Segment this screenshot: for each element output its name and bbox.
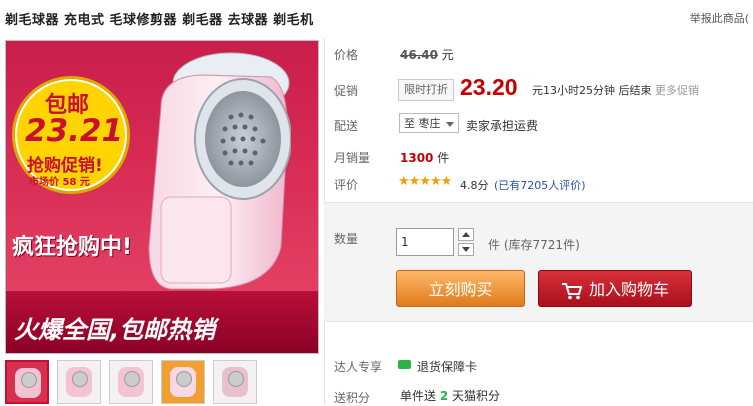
shaver-illustration bbox=[148, 52, 291, 290]
dest-prefix: 至 bbox=[404, 117, 415, 130]
thumbnail-strip bbox=[5, 360, 257, 404]
report-link[interactable]: 举报此商品( bbox=[690, 10, 749, 26]
points-label: 送积分 bbox=[334, 391, 371, 405]
review-label: 评价 bbox=[334, 178, 359, 192]
badge-market-price: 市场价 58 元 bbox=[29, 177, 90, 188]
product-info-panel: 价格 46.40 元 促销 限时打折 23.20 元13小时25分钟 后结束 更… bbox=[324, 38, 753, 405]
review-count-link[interactable]: (已有7205人评价) bbox=[494, 177, 586, 193]
points-unit: 天猫积分 bbox=[452, 389, 501, 403]
more-promos-link[interactable]: 更多促销 bbox=[655, 84, 699, 97]
price-unit: 元 bbox=[441, 48, 454, 62]
promo-countdown: 元13小时25分钟 后结束 bbox=[532, 84, 652, 97]
buy-now-button[interactable]: 立刻购买 bbox=[396, 270, 525, 307]
quantity-stepper bbox=[458, 228, 474, 256]
original-price: 46.40 bbox=[400, 48, 438, 62]
limited-discount-tag: 限时打折 bbox=[398, 79, 454, 101]
points-value: 2 bbox=[439, 389, 449, 403]
return-guarantee-text[interactable]: 退货保障卡 bbox=[417, 358, 477, 375]
promo-countdown-row: 元13小时25分钟 后结束 更多促销 bbox=[532, 82, 699, 98]
monthly-sales-value: 1300 bbox=[400, 151, 434, 165]
thumb-head bbox=[176, 371, 192, 387]
price-label: 价格 bbox=[334, 48, 359, 62]
product-title: 剃毛球器 充电式 毛球修剪器 剃毛器 去球器 剃毛机 bbox=[5, 13, 314, 28]
main-product-image[interactable]: 包邮 23.21 抢购促销! 市场价 58 元 疯狂抢购中! 火爆全国,包邮热销 bbox=[5, 40, 319, 354]
quantity-unit: 件 bbox=[488, 238, 501, 252]
thumb-head bbox=[228, 371, 244, 387]
review-score: 4.8分 bbox=[460, 179, 489, 192]
thumbnail-5[interactable] bbox=[213, 360, 257, 404]
badge-price: 23.21 bbox=[25, 113, 124, 149]
original-price-row: 46.40 元 bbox=[400, 46, 454, 63]
monthly-sales-row: 1300 件 bbox=[400, 149, 449, 166]
arrow-up-icon bbox=[462, 232, 470, 237]
promo-badge: 包邮 23.21 抢购促销! 市场价 58 元 bbox=[12, 76, 130, 194]
banner-text: 火爆全国,包邮热销 bbox=[14, 316, 216, 344]
thumb-head bbox=[72, 371, 88, 387]
member-label: 达人专享 bbox=[334, 360, 383, 374]
quantity-input[interactable]: 1 bbox=[396, 228, 454, 256]
stock-row: 件 (库存7721件) bbox=[488, 236, 580, 253]
crazy-sale-text: 疯狂抢购中! bbox=[12, 235, 133, 260]
add-to-cart-button[interactable]: 加入购物车 bbox=[538, 270, 692, 307]
thumbnail-4[interactable] bbox=[161, 360, 205, 404]
thumb-head bbox=[124, 371, 140, 387]
return-guarantee-icon bbox=[398, 360, 411, 369]
monthly-sales-label: 月销量 bbox=[334, 151, 371, 165]
rating-stars-icon: ★★★★★ bbox=[398, 174, 452, 189]
hot-sale-banner: 火爆全国,包邮热销 bbox=[6, 291, 318, 353]
thumbnail-2[interactable] bbox=[57, 360, 101, 404]
add-to-cart-label: 加入购物车 bbox=[588, 280, 669, 299]
dest-city: 枣庄 bbox=[418, 117, 441, 130]
quantity-decrease-button[interactable] bbox=[458, 243, 474, 256]
delivery-destination-select[interactable]: 至 枣庄 bbox=[399, 113, 459, 133]
delivery-label: 配送 bbox=[334, 119, 359, 133]
arrow-down-icon bbox=[462, 247, 470, 252]
quantity-increase-button[interactable] bbox=[458, 228, 474, 241]
thumbnail-1[interactable] bbox=[5, 360, 49, 404]
promo-price: 23.20 bbox=[460, 74, 518, 100]
chevron-down-icon bbox=[446, 122, 454, 127]
shipping-note: 卖家承担运费 bbox=[466, 119, 539, 133]
thumb-head bbox=[21, 372, 37, 388]
monthly-sales-unit: 件 bbox=[437, 151, 450, 165]
promo-label: 促销 bbox=[334, 84, 359, 98]
thumbnail-3[interactable] bbox=[109, 360, 153, 404]
points-text: 单件送 bbox=[400, 389, 437, 403]
cart-icon bbox=[561, 282, 583, 299]
quantity-label: 数量 bbox=[334, 232, 359, 246]
points-row: 单件送 2 天猫积分 bbox=[400, 387, 500, 404]
stock-count: (库存7721件) bbox=[503, 238, 580, 252]
